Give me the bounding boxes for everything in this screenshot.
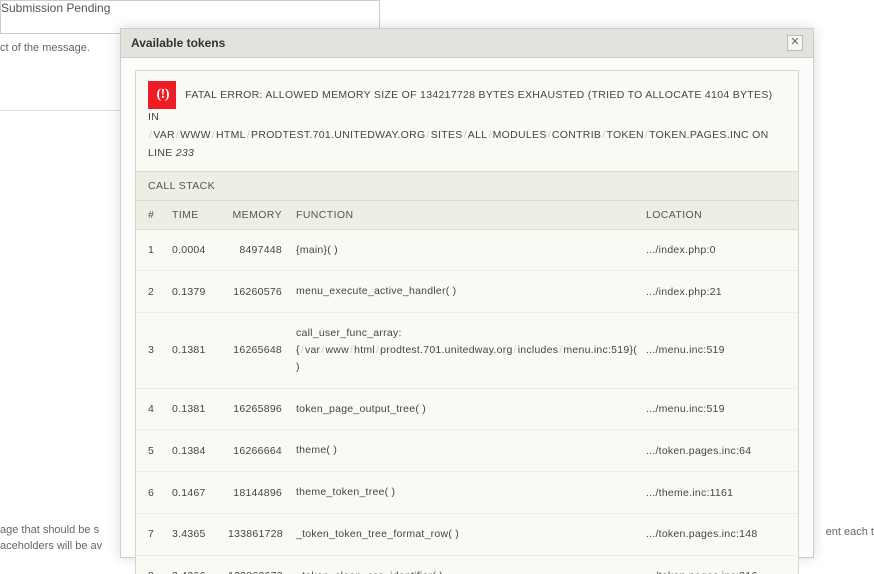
dialog-body: ( ! ) FATAL ERROR: ALLOWED MEMORY SIZE O…	[121, 58, 813, 574]
cell-memory: 16266664	[228, 445, 296, 457]
col-number: #	[148, 209, 172, 221]
cell-number: 5	[148, 445, 172, 457]
cell-memory: 16260576	[228, 286, 296, 298]
path-segment: CONTRIB	[552, 129, 601, 141]
table-row: 20.137916260576menu_execute_active_handl…	[136, 271, 798, 313]
path-segment: PRODTEST.701.UNITEDWAY.ORG	[251, 129, 425, 141]
error-header: ( ! ) FATAL ERROR: ALLOWED MEMORY SIZE O…	[136, 71, 798, 171]
cell-time: 0.1467	[172, 487, 228, 499]
path-segment: SITES	[431, 129, 463, 141]
cell-time: 0.0004	[172, 244, 228, 256]
table-row: 83.4366133863672_token_clean_css_identif…	[136, 556, 798, 574]
cell-function: {main}( )	[296, 242, 640, 259]
col-memory: MEMORY	[228, 209, 296, 221]
bg-help-line1: age that should be s	[0, 524, 99, 536]
table-row: 73.4365133861728_token_token_tree_format…	[136, 514, 798, 556]
table-row: 40.138116265896token_page_output_tree( )…	[136, 389, 798, 431]
col-location: LOCATION	[640, 209, 786, 221]
cell-memory: 18144896	[228, 487, 296, 499]
table-row: 10.00048497448{main}( ).../index.php:0	[136, 230, 798, 272]
error-line-number: 233	[176, 147, 194, 159]
cell-function: theme_token_tree( )	[296, 484, 640, 501]
cell-time: 3.4366	[172, 570, 228, 574]
cell-memory: 8497448	[228, 244, 296, 256]
cell-function: _token_clean_css_identifier( )	[296, 568, 640, 574]
cell-memory: 16265896	[228, 403, 296, 415]
bg-tab-label: Submission Pending	[1, 1, 110, 15]
bg-help-line2: aceholders will be av	[0, 540, 102, 552]
cell-location: .../menu.inc:519	[640, 403, 786, 415]
cell-number: 7	[148, 528, 172, 540]
callstack-rows: 10.00048497448{main}( ).../index.php:020…	[136, 230, 798, 574]
cell-location: .../token.pages.inc:64	[640, 445, 786, 457]
cell-function: _token_token_tree_format_row( )	[296, 526, 640, 543]
column-headers: # TIME MEMORY FUNCTION LOCATION	[136, 201, 798, 230]
cell-memory: 16265648	[228, 344, 296, 356]
cell-time: 0.1379	[172, 286, 228, 298]
cell-time: 0.1381	[172, 403, 228, 415]
col-function: FUNCTION	[296, 209, 640, 221]
cell-number: 6	[148, 487, 172, 499]
cell-function: theme( )	[296, 442, 640, 459]
table-row: 50.138416266664theme( ).../token.pages.i…	[136, 430, 798, 472]
error-path: /VAR/WWW/HTML/PRODTEST.701.UNITEDWAY.ORG…	[148, 129, 749, 141]
cell-time: 3.4365	[172, 528, 228, 540]
dialog-titlebar[interactable]: Available tokens ✕	[121, 29, 813, 58]
cell-function: token_page_output_tree( )	[296, 401, 640, 418]
table-row: 30.138116265648call_user_func_array:{/va…	[136, 313, 798, 388]
cell-memory: 133861728	[228, 528, 296, 540]
path-segment: MODULES	[493, 129, 547, 141]
cell-number: 8	[148, 570, 172, 574]
callstack-header: CALL STACK	[136, 171, 798, 201]
close-icon[interactable]: ✕	[787, 35, 803, 51]
cell-function: call_user_func_array:{/var/www/html/prod…	[296, 325, 640, 375]
dialog-title: Available tokens	[131, 36, 225, 50]
bg-help-right: ent each t	[826, 526, 874, 538]
cell-time: 0.1381	[172, 344, 228, 356]
path-segment: TOKEN	[606, 129, 643, 141]
path-segment: ALL	[468, 129, 488, 141]
fatal-error-icon: ( ! )	[148, 81, 176, 109]
cell-location: .../index.php:21	[640, 286, 786, 298]
error-prefix: FATAL ERROR: ALLOWED MEMORY SIZE OF 1342…	[148, 89, 772, 123]
cell-location: .../theme.inc:1161	[640, 487, 786, 499]
bg-subject-hint: ct of the message.	[0, 42, 90, 54]
cell-location: .../index.php:0	[640, 244, 786, 256]
path-segment: TOKEN.PAGES.INC	[649, 129, 749, 141]
path-segment: HTML	[216, 129, 246, 141]
path-segment: WWW	[180, 129, 211, 141]
col-time: TIME	[172, 209, 228, 221]
cell-number: 1	[148, 244, 172, 256]
cell-function: menu_execute_active_handler( )	[296, 283, 640, 300]
cell-location: .../token.pages.inc:216	[640, 570, 786, 574]
table-row: 60.146718144896theme_token_tree( ).../th…	[136, 472, 798, 514]
cell-time: 0.1384	[172, 445, 228, 457]
cell-number: 4	[148, 403, 172, 415]
available-tokens-dialog: Available tokens ✕ ( ! ) FATAL ERROR: AL…	[120, 28, 814, 558]
cell-number: 2	[148, 286, 172, 298]
path-segment: VAR	[153, 129, 175, 141]
error-box: ( ! ) FATAL ERROR: ALLOWED MEMORY SIZE O…	[135, 70, 799, 574]
cell-location: .../menu.inc:519	[640, 344, 786, 356]
cell-location: .../token.pages.inc:148	[640, 528, 786, 540]
cell-memory: 133863672	[228, 570, 296, 574]
cell-number: 3	[148, 344, 172, 356]
